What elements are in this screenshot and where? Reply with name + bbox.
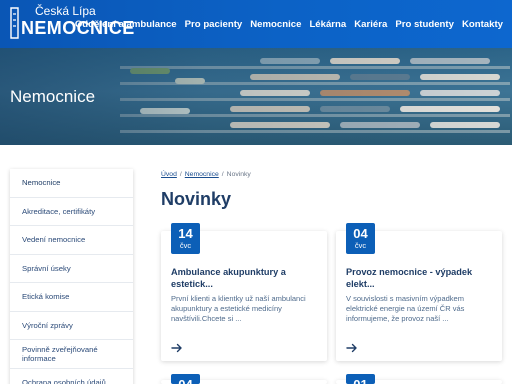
logo-emblem-icon <box>10 7 19 39</box>
breadcrumb: Úvod / Nemocnice / Novinky <box>161 171 251 178</box>
site-header: Česká Lípa NEMOCNICE Oddělení a ambulanc… <box>0 0 512 48</box>
arrow-right-icon[interactable] <box>171 342 183 354</box>
sidebar-item-administrative-sections[interactable]: Správní úseky <box>10 255 133 283</box>
sidebar-item-personal-data-protection[interactable]: Ochrana osobních údajů <box>10 369 133 384</box>
nav-item-pharmacy[interactable]: Lékárna <box>305 19 350 30</box>
news-card[interactable]: 01 <box>336 374 502 384</box>
date-day: 04 <box>171 374 200 384</box>
date-day: 04 <box>353 226 368 241</box>
news-card-excerpt: První klienti a klientky už naší ambulan… <box>171 294 306 324</box>
date-badge: 04 čvc <box>346 223 375 254</box>
nav-item-students[interactable]: Pro studenty <box>391 19 458 30</box>
news-card[interactable]: 14 čvc Ambulance akupunktury a estetick.… <box>161 223 327 361</box>
news-card[interactable]: 04 <box>161 374 327 384</box>
sidebar-menu: Nemocnice Akreditace, certifikáty Vedení… <box>10 169 133 384</box>
sidebar-item-accreditation[interactable]: Akreditace, certifikáty <box>10 198 133 226</box>
nav-item-hospital[interactable]: Nemocnice <box>246 19 305 30</box>
page-title: Novinky <box>161 189 232 209</box>
sidebar-item-hospital[interactable]: Nemocnice <box>10 169 133 198</box>
breadcrumb-current: Novinky <box>226 171 251 178</box>
date-badge: 14 čvc <box>171 223 200 254</box>
nav-item-contacts[interactable]: Kontakty <box>458 19 507 30</box>
sidebar-item-mandatory-information[interactable]: Povinně zveřejňované informace <box>10 340 133 369</box>
sidebar-item-annual-reports[interactable]: Výroční zprávy <box>10 312 133 340</box>
date-badge: 04 <box>171 374 200 384</box>
date-month: čvc <box>179 241 192 250</box>
breadcrumb-home-link[interactable]: Úvod <box>161 171 177 178</box>
breadcrumb-separator: / <box>221 171 224 178</box>
nav-item-career[interactable]: Kariéra <box>350 19 391 30</box>
breadcrumb-hospital-link[interactable]: Nemocnice <box>185 171 219 178</box>
date-badge: 01 <box>346 374 375 384</box>
date-day: 14 <box>178 226 193 241</box>
hero-title: Nemocnice <box>10 87 96 106</box>
breadcrumb-separator: / <box>179 171 182 178</box>
main-nav: Oddělení a ambulance Pro pacienty Nemocn… <box>71 0 507 48</box>
nav-item-departments[interactable]: Oddělení a ambulance <box>71 19 181 30</box>
nav-item-patients[interactable]: Pro pacienty <box>181 19 247 30</box>
news-card[interactable]: 04 čvc Provoz nemocnice - výpadek elekt.… <box>336 223 502 361</box>
arrow-right-icon[interactable] <box>346 342 358 354</box>
sidebar-item-ethics-committee[interactable]: Etická komise <box>10 283 133 312</box>
hero-banner: Nemocnice <box>0 48 512 145</box>
news-card-excerpt: V souvislosti s masivním výpadkem elektr… <box>346 294 465 324</box>
date-day: 01 <box>346 374 375 384</box>
date-month: čvc <box>354 241 367 250</box>
news-card-title[interactable]: Provoz nemocnice - výpadek elekt... <box>346 267 492 290</box>
sidebar-item-management[interactable]: Vedení nemocnice <box>10 226 133 255</box>
news-card-title[interactable]: Ambulance akupunktury a estetick... <box>171 267 317 290</box>
